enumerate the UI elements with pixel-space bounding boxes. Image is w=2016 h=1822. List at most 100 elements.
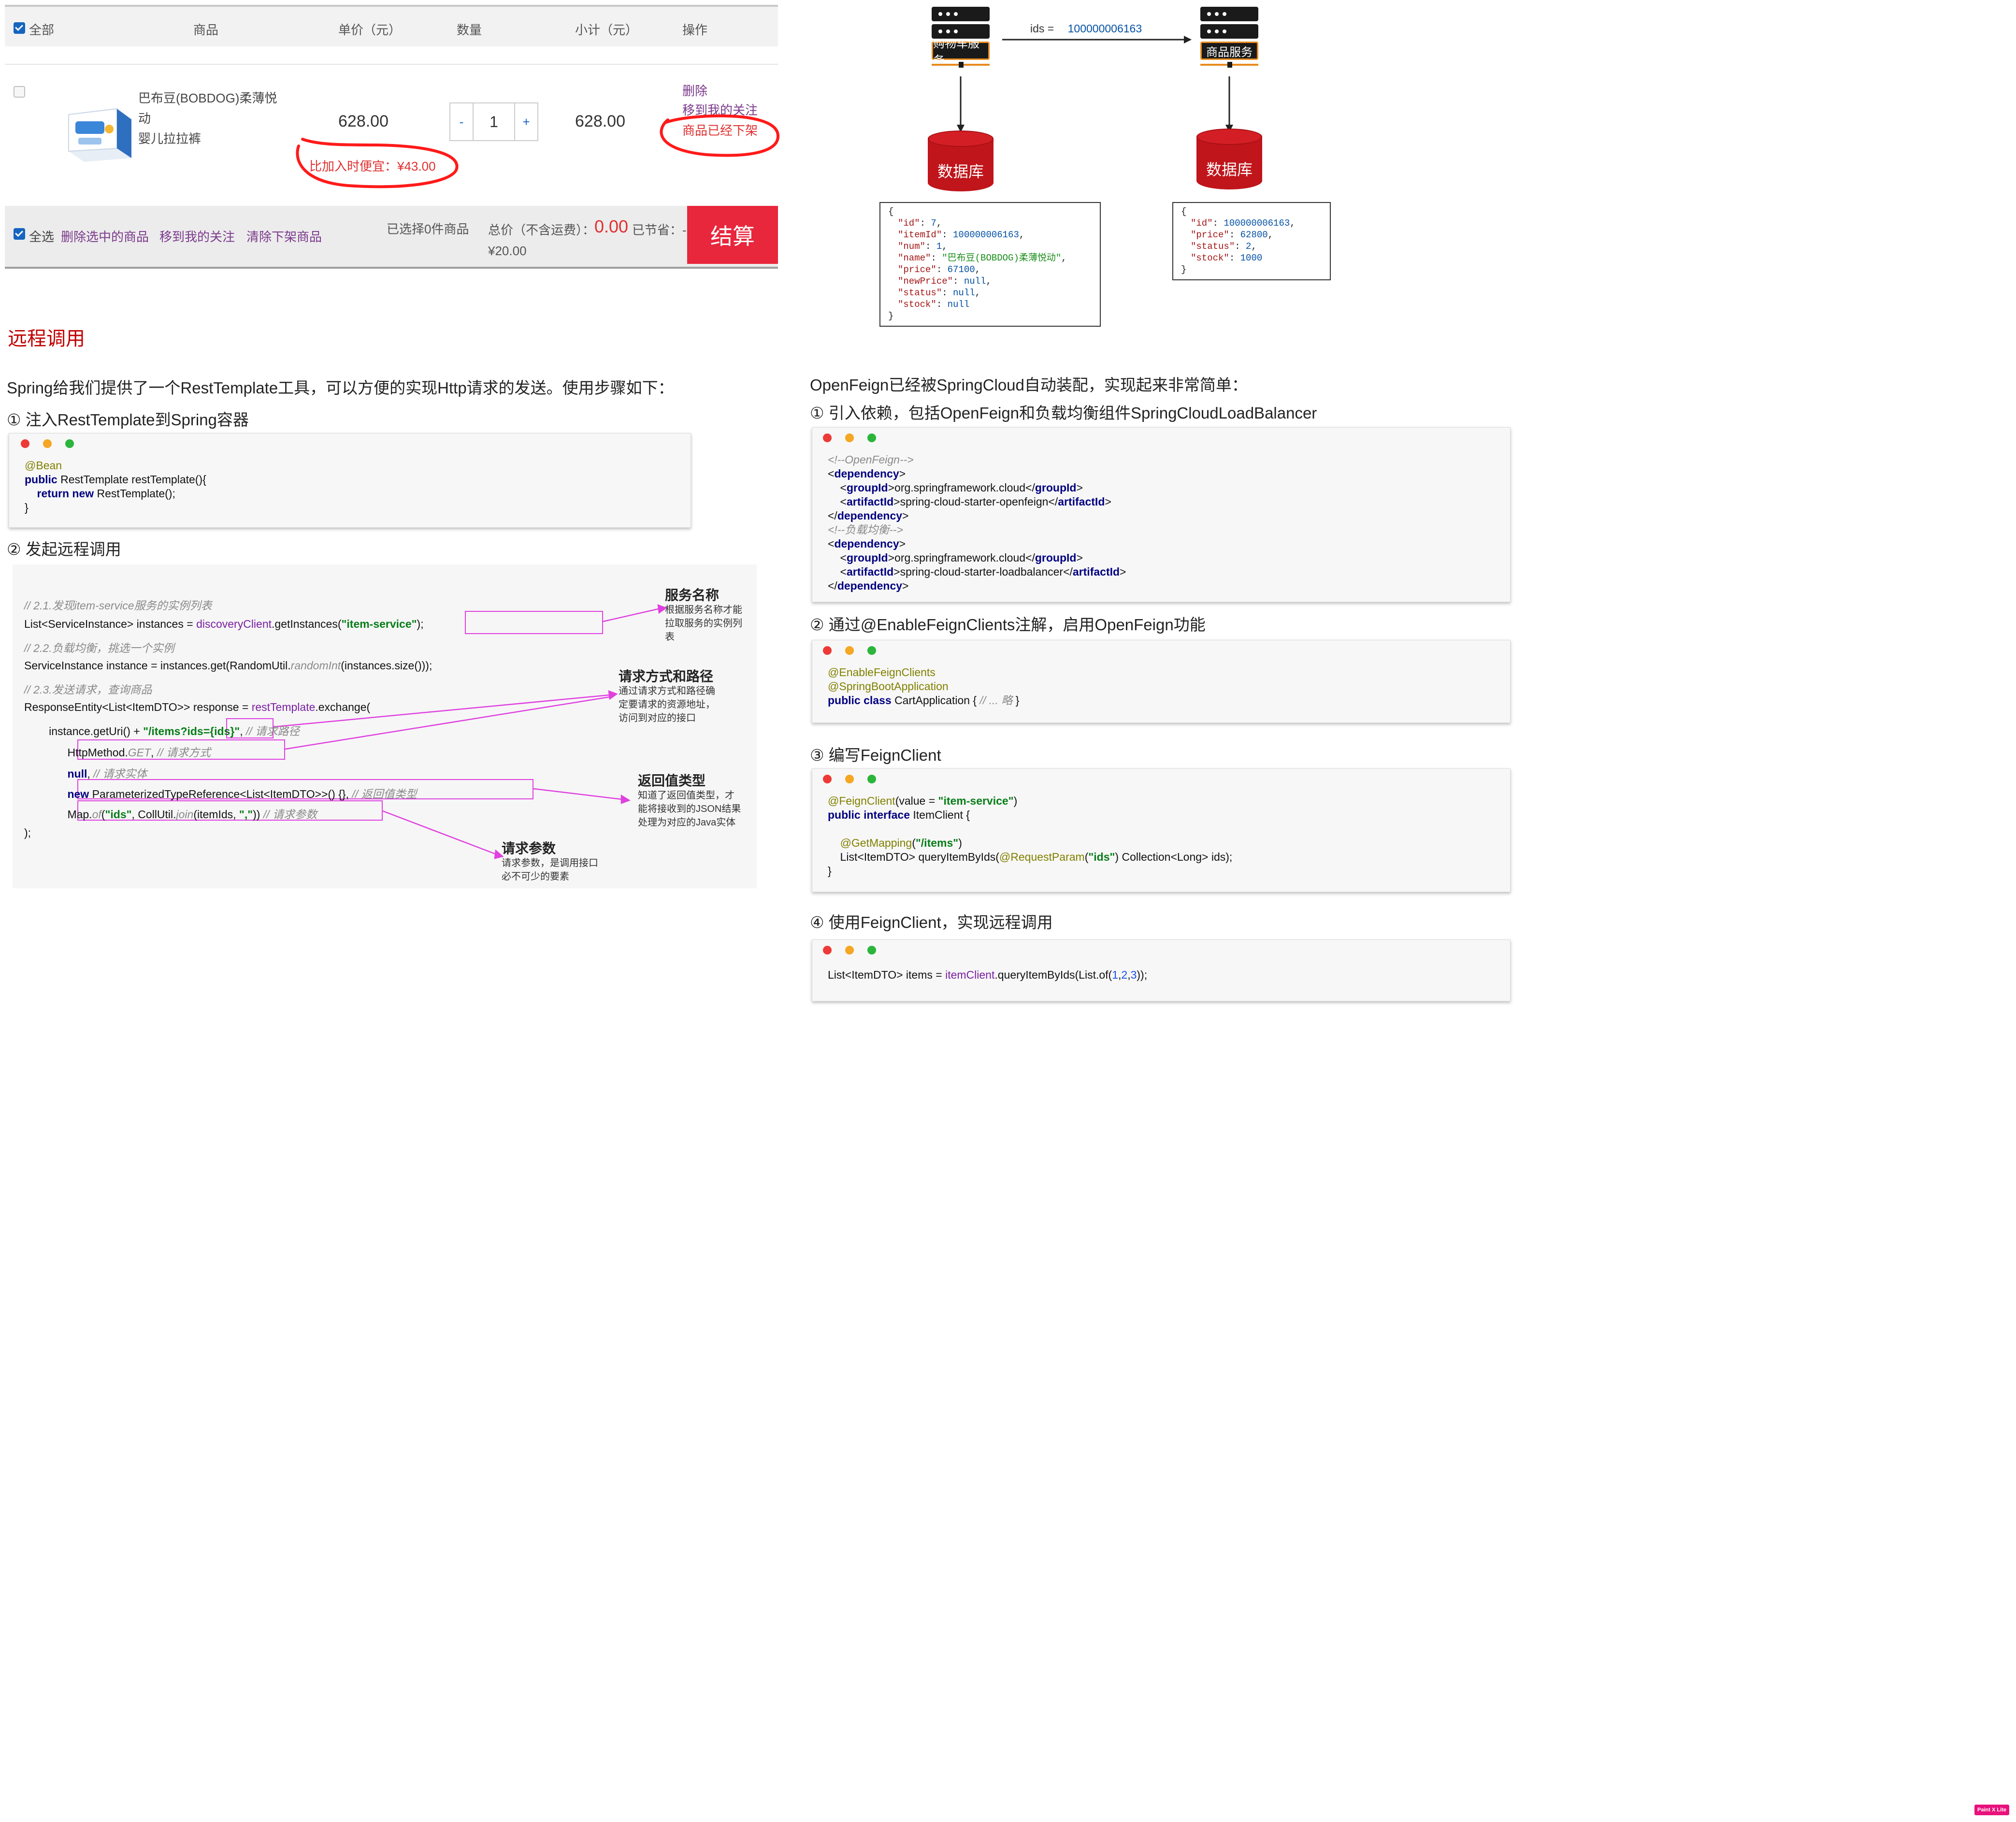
remote-call-figure: 服务名称 根据服务名称才能 拉取服务的实例列表 请求方式和路径 通过请求方式和路径…	[13, 564, 757, 888]
code-token: ,	[240, 725, 246, 737]
json-line: "id": 100000006163,	[1181, 217, 1322, 229]
move-to-follow-footer-link[interactable]: 移到我的关注	[159, 227, 235, 245]
cart-service-icon: 购物车服务	[932, 7, 990, 68]
code-token: }	[828, 865, 832, 877]
checkout-button[interactable]: 结算	[687, 206, 778, 264]
code-token: "ids"	[1088, 851, 1115, 863]
json-key: "itemId"	[898, 230, 942, 240]
code-line: @SpringBootApplication	[828, 680, 1495, 694]
json-value: 100000006163	[953, 230, 1019, 240]
footer-select-all-checkbox[interactable]	[14, 228, 25, 240]
resttemplate-intro: Spring给我们提供了一个RestTemplate工具，可以方便的实现Http…	[7, 379, 674, 397]
code-token: (	[912, 837, 916, 849]
code-token: // 请求实体	[93, 767, 147, 780]
remote-call-code-line: Map.of("ids", CollUtil.join(itemIds, ","…	[24, 805, 317, 822]
product-image[interactable]	[59, 100, 136, 163]
delete-link[interactable]: 删除	[682, 81, 707, 99]
code-token: artifactId	[1072, 565, 1120, 578]
json-brace: }	[888, 311, 894, 321]
code-token: itemClient	[945, 969, 995, 981]
json-value: 67100	[947, 264, 975, 275]
code-token: ))	[253, 808, 263, 821]
item-database-label: 数据库	[1206, 161, 1253, 178]
note-method-path-title: 请求方式和路径	[619, 669, 714, 684]
header-subtotal: 小计（元）	[575, 23, 638, 37]
json-line: {	[1181, 206, 1322, 217]
code-token: join	[176, 808, 194, 821]
code-token: HttpMethod.	[24, 746, 128, 759]
code-token: ItemClient {	[913, 809, 970, 821]
json-key: "status"	[898, 288, 942, 298]
code-token: @SpringBootApplication	[828, 680, 949, 693]
json-line: "price": 67100,	[888, 264, 1092, 275]
code-token: // 请求方式	[157, 746, 211, 759]
code-token: >	[1076, 481, 1083, 494]
item-db-arrow	[1225, 76, 1233, 132]
code-token: )	[1013, 795, 1018, 807]
code-token: public	[25, 473, 61, 486]
code-token: , CollUtil.	[131, 808, 176, 821]
quantity-input[interactable]: 1	[474, 102, 514, 141]
cart-footer: 全选 删除选中的商品 移到我的关注 清除下架商品 已选择0件商品 总价（不含运费…	[5, 206, 778, 269]
code-token: instance.getUri() +	[24, 725, 144, 737]
json-key: "stock"	[898, 299, 936, 310]
json-key: "stock"	[1191, 253, 1229, 263]
code-line: <!--负载均衡-->	[828, 523, 1495, 537]
json-brace: {	[888, 206, 894, 217]
code-token: >spring-cloud-starter-openfeign</	[893, 495, 1058, 508]
item-json-box: {"id": 100000006163, "price": 62800, "stat…	[1172, 202, 1331, 280]
code-token: @Bean	[25, 459, 62, 472]
remote-call-code-line: );	[24, 826, 31, 839]
json-value: null	[964, 276, 986, 287]
quantity-plus-button[interactable]: +	[514, 102, 538, 141]
code-token: artifactId	[847, 495, 894, 508]
code-token: // 返回值类型	[352, 788, 417, 800]
json-colon: :	[942, 230, 953, 240]
code-token: <	[828, 481, 847, 494]
code-token: >	[1076, 551, 1083, 564]
select-all-checkbox[interactable]	[14, 22, 25, 34]
json-colon: :	[936, 264, 948, 275]
cart-item-row: 巴布豆(BOBDOG)柔薄悦动 婴儿拉拉裤 628.00 - 1 + 628.0…	[5, 65, 780, 210]
clear-offline-link[interactable]: 清除下架商品	[246, 227, 322, 245]
code-token: >spring-cloud-starter-loadbalancer</	[893, 565, 1073, 578]
offline-circle-mark	[660, 114, 780, 157]
code-line: </dependency>	[828, 509, 1495, 523]
code-line: }	[828, 864, 1495, 878]
json-value: 62800	[1240, 230, 1268, 240]
code-token: groupId	[847, 551, 888, 564]
delete-selected-link[interactable]: 删除选中的商品	[61, 227, 149, 245]
json-line: "stock": 1000	[1181, 252, 1322, 264]
code-token: dependency	[837, 509, 903, 522]
code-token: <	[828, 467, 835, 480]
item-checkbox[interactable]	[14, 86, 25, 98]
code-token: ResponseEntity<List<ItemDTO>> response =	[24, 701, 252, 713]
code-token: Map.	[24, 808, 92, 821]
code-token: artifactId	[847, 565, 894, 578]
json-comma: ,	[1267, 230, 1274, 240]
code-token: .exchange(	[315, 701, 371, 713]
footer-select-all-label: 全选	[29, 230, 55, 244]
json-comma: ,	[986, 276, 992, 287]
step-enable-feign: ② 通过@EnableFeignClients注解，启用OpenFeign功能	[810, 616, 1206, 634]
code-token: discoveryClient	[196, 618, 272, 630]
json-line: "status": 2,	[1181, 241, 1322, 252]
product-name[interactable]: 巴布豆(BOBDOG)柔薄悦动 婴儿拉拉裤	[138, 88, 288, 149]
code-token: "/items?ids={ids}"	[143, 725, 240, 737]
json-comma: ,	[1019, 230, 1025, 240]
cart-json-box: {"id": 7, "itemId": 100000006163, "num": 1…	[879, 202, 1101, 327]
item-subtotal: 628.00	[575, 112, 625, 130]
item-service-icon: 商品服务	[1200, 7, 1258, 68]
json-colon: :	[920, 218, 931, 229]
code-token: dependency	[837, 579, 903, 592]
json-line: "itemId": 100000006163,	[888, 229, 1092, 241]
code-token: >	[902, 579, 909, 592]
code-token: CartApplication {	[894, 694, 980, 707]
code-token: );	[24, 826, 31, 839]
note-request-param-title: 请求参数	[502, 841, 556, 856]
remote-call-code-line: ResponseEntity<List<ItemDTO>> response =…	[24, 701, 370, 714]
openfeign-intro: OpenFeign已经被SpringCloud自动装配，实现起来非常简单：	[810, 376, 1248, 394]
code-token: // 2.1.发现item-service服务的实例列表	[24, 599, 212, 612]
code-line: <groupId>org.springframework.cloud</grou…	[828, 551, 1495, 565]
